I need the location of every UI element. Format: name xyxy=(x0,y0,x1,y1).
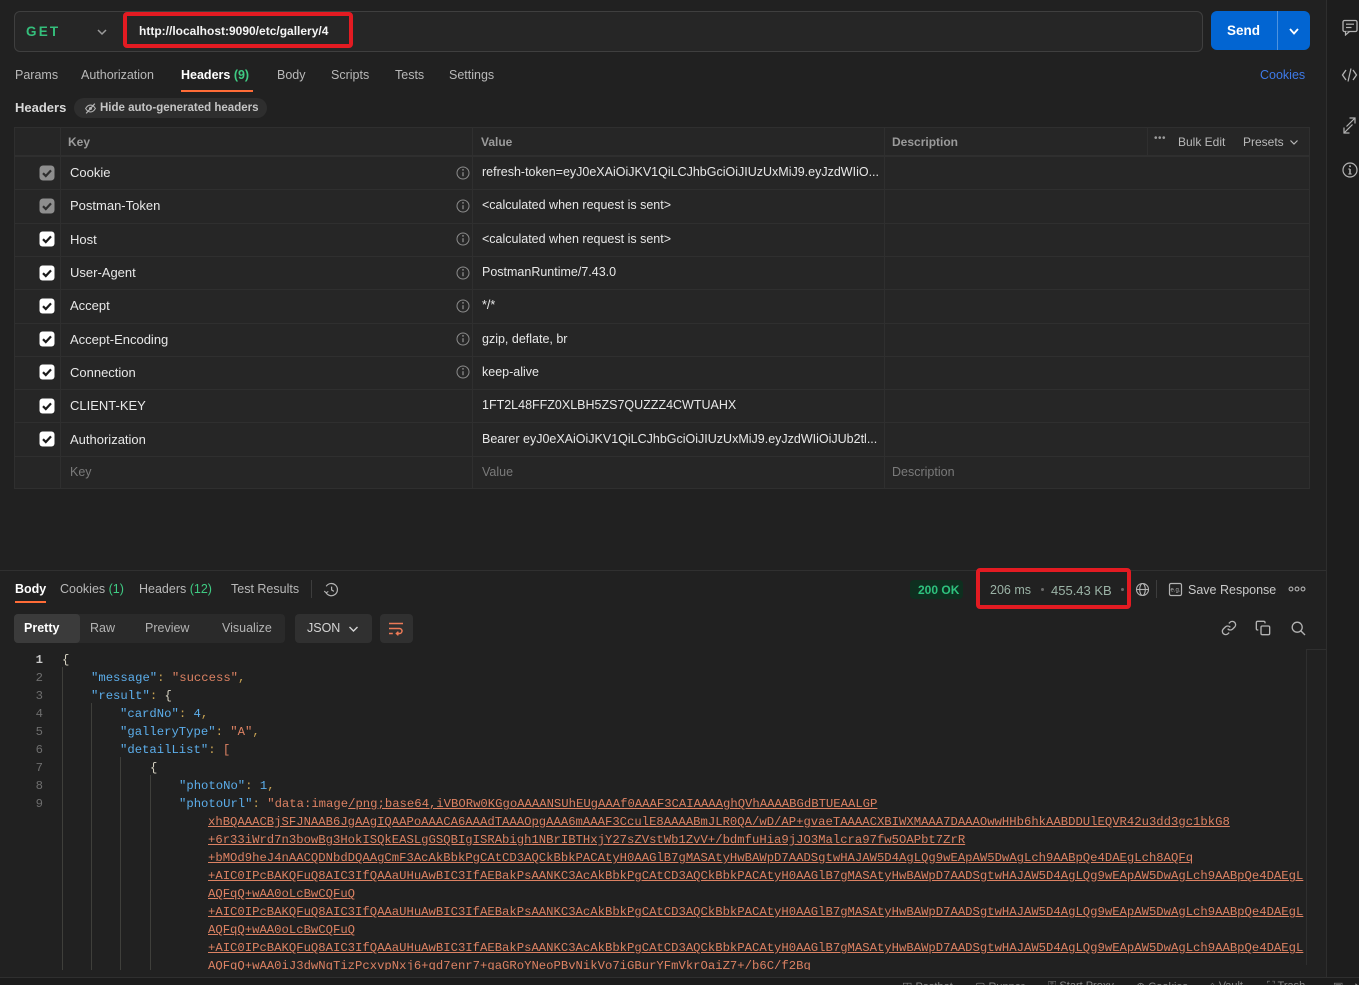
svg-text:e.g.: e.g. xyxy=(1170,588,1180,594)
